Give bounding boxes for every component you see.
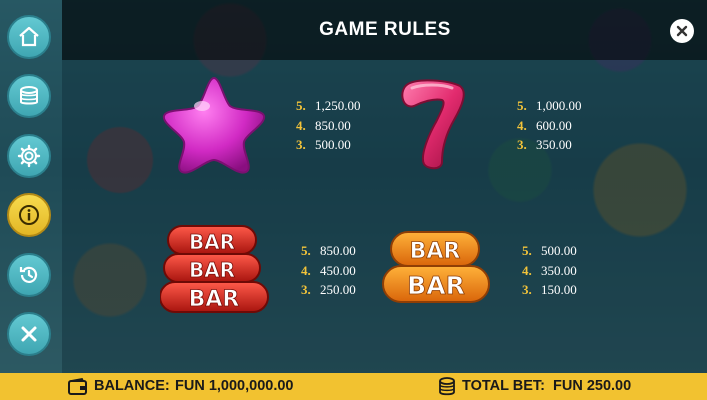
star-icon bbox=[162, 76, 266, 174]
bet-button[interactable] bbox=[7, 74, 51, 118]
double-bar-icon: BAR BAR bbox=[382, 231, 490, 303]
bar-label: BAR bbox=[407, 271, 465, 300]
payout-row: 3. 350.00 bbox=[517, 137, 572, 152]
payout-row: 3. 500.00 bbox=[296, 137, 351, 152]
payout-row: 5. 850.00 bbox=[301, 243, 356, 258]
seven-payouts: 5. 1,000.00 4. 600.00 3. 350.00 bbox=[517, 96, 582, 155]
coins-icon bbox=[439, 377, 455, 396]
total-bet-value: FUN 250.00 bbox=[553, 378, 632, 394]
page-title: GAME RULES bbox=[319, 19, 451, 40]
payout-row: 3. 250.00 bbox=[301, 282, 356, 297]
double-bar-symbol: BAR BAR bbox=[381, 230, 491, 310]
bar-label: BAR bbox=[410, 239, 461, 264]
info-button[interactable] bbox=[7, 193, 51, 237]
payout-row: 4. 600.00 bbox=[517, 117, 572, 133]
close-icon bbox=[676, 25, 688, 37]
star-symbol bbox=[158, 72, 270, 180]
payout-row: 5. 1,250.00 bbox=[296, 98, 361, 113]
settings-button[interactable] bbox=[7, 134, 51, 178]
payout-row: 5. 500.00 bbox=[522, 243, 577, 258]
payout-row: 4. 350.00 bbox=[522, 262, 577, 278]
balance-value: FUN 1,000,000.00 bbox=[175, 378, 294, 394]
history-button[interactable] bbox=[7, 253, 51, 297]
star-payouts: 5. 1,250.00 4. 850.00 3. 500.00 bbox=[296, 96, 361, 155]
rules-header: GAME RULES bbox=[62, 0, 707, 60]
history-icon bbox=[19, 266, 38, 283]
gear-icon bbox=[17, 144, 41, 168]
payout-row: 3. 150.00 bbox=[522, 282, 577, 297]
seven-symbol bbox=[398, 76, 470, 176]
payout-row: 4. 450.00 bbox=[301, 262, 356, 278]
triple-bar-symbol: BAR BAR BAR bbox=[159, 224, 270, 318]
exit-button[interactable] bbox=[7, 312, 51, 356]
double-bar-payouts: 5. 500.00 4. 350.00 3. 150.00 bbox=[522, 241, 577, 300]
balance-label: BALANCE: bbox=[94, 378, 170, 394]
bar-label: BAR bbox=[189, 230, 235, 254]
close-rules-button[interactable] bbox=[670, 19, 694, 43]
payout-row: 4. 850.00 bbox=[296, 117, 351, 133]
info-icon bbox=[19, 205, 39, 225]
wallet-icon bbox=[68, 378, 87, 395]
triple-bar-payouts: 5. 850.00 4. 450.00 3. 250.00 bbox=[301, 241, 356, 300]
payout-row: 5. 1,000.00 bbox=[517, 98, 582, 113]
sidebar bbox=[0, 0, 62, 373]
seven-icon bbox=[401, 79, 465, 170]
close-icon bbox=[21, 326, 37, 342]
coins-icon bbox=[20, 86, 38, 105]
home-icon bbox=[19, 26, 39, 47]
triple-bar-icon: BAR BAR BAR bbox=[159, 225, 269, 313]
home-button[interactable] bbox=[7, 15, 51, 59]
status-bar: BALANCE: FUN 1,000,000.00 TOTAL BET: FUN… bbox=[0, 373, 707, 400]
total-bet-label: TOTAL BET: bbox=[462, 378, 545, 394]
bar-label: BAR bbox=[189, 258, 235, 282]
bar-label: BAR bbox=[189, 287, 240, 312]
